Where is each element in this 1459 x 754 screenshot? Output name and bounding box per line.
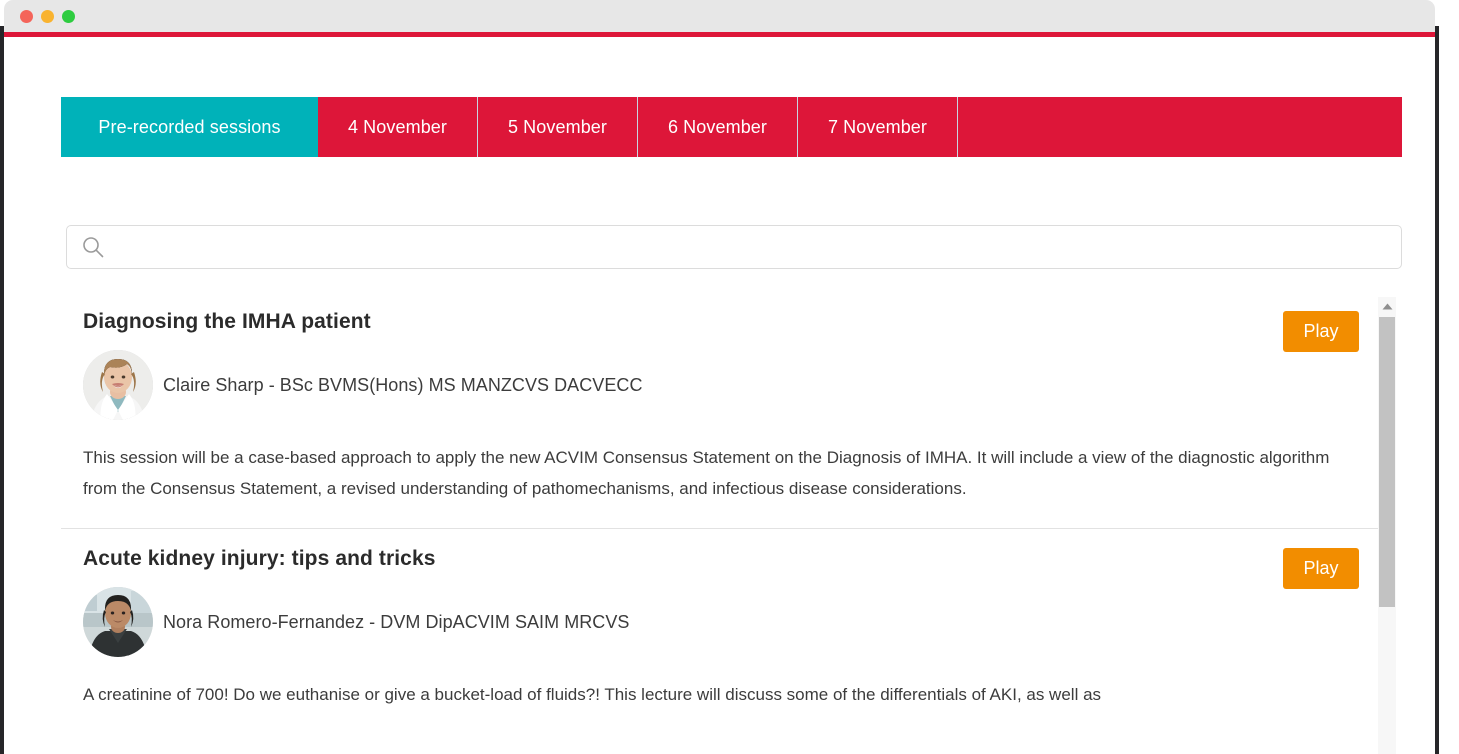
- session-list[interactable]: Diagnosing the IMHA patient Play Claire …: [61, 292, 1381, 754]
- traffic-light-group: [20, 10, 75, 23]
- tab-label: 7 November: [827, 116, 928, 137]
- avatar: [83, 350, 153, 420]
- play-button[interactable]: Play: [1283, 548, 1359, 589]
- tab-strip: Pre-recorded sessions 4 November 5 Novem…: [61, 97, 1402, 157]
- triangle-up-icon: [1382, 303, 1392, 309]
- session-title: Acute kidney injury: tips and tricks: [83, 547, 436, 570]
- page-content: Pre-recorded sessions 4 November 5 Novem…: [4, 37, 1435, 754]
- scrollbar[interactable]: [1378, 297, 1396, 754]
- session-title: Diagnosing the IMHA patient: [83, 310, 371, 333]
- tab-label: Pre-recorded sessions: [98, 116, 281, 137]
- minimize-window-button[interactable]: [41, 10, 54, 23]
- avatar: [83, 587, 153, 657]
- browser-window: Pre-recorded sessions 4 November 5 Novem…: [0, 0, 1459, 754]
- speaker-name: Claire Sharp - BSc BVMS(Hons) MS MANZCVS…: [163, 374, 643, 395]
- speaker-row: Claire Sharp - BSc BVMS(Hons) MS MANZCVS…: [83, 350, 1359, 420]
- window-frame-right: [1435, 26, 1439, 754]
- tab-6-november[interactable]: 6 November: [638, 97, 798, 157]
- avatar-image: [83, 350, 153, 420]
- speaker-name: Nora Romero-Fernandez - DVM DipACVIM SAI…: [163, 611, 630, 632]
- search-icon: [83, 237, 104, 258]
- speaker-row: Nora Romero-Fernandez - DVM DipACVIM SAI…: [83, 587, 1359, 657]
- tab-7-november[interactable]: 7 November: [798, 97, 958, 157]
- tab-4-november[interactable]: 4 November: [318, 97, 478, 157]
- scroll-up-arrow[interactable]: [1378, 297, 1396, 315]
- maximize-window-button[interactable]: [62, 10, 75, 23]
- session-card: Diagnosing the IMHA patient Play Claire …: [61, 292, 1381, 528]
- session-card: Acute kidney injury: tips and tricks Pla…: [61, 528, 1381, 734]
- window-titlebar: [4, 0, 1435, 32]
- session-description: This session will be a case-based approa…: [83, 448, 1330, 498]
- avatar-image: [83, 587, 153, 657]
- tab-pre-recorded-sessions[interactable]: Pre-recorded sessions: [61, 97, 318, 157]
- scrollbar-thumb[interactable]: [1379, 317, 1395, 607]
- search-bar[interactable]: [66, 225, 1402, 269]
- close-window-button[interactable]: [20, 10, 33, 23]
- tab-label: 6 November: [667, 116, 768, 137]
- tab-5-november[interactable]: 5 November: [478, 97, 638, 157]
- session-description: A creatinine of 700! Do we euthanise or …: [83, 685, 1102, 704]
- play-button[interactable]: Play: [1283, 311, 1359, 352]
- search-input[interactable]: [105, 226, 1401, 268]
- tab-label: 5 November: [507, 116, 608, 137]
- tab-strip-filler: [958, 97, 1402, 157]
- tab-label: 4 November: [347, 116, 448, 137]
